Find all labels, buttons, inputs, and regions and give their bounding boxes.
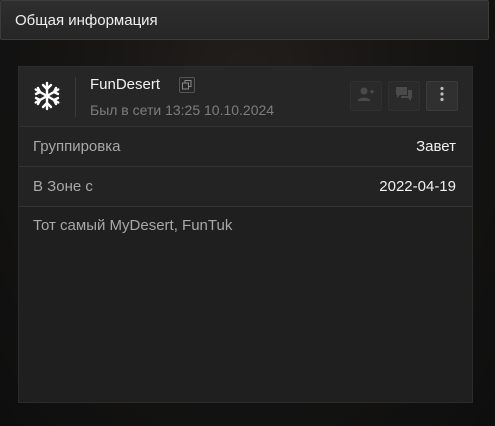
panel-header: Общая информация [0,0,489,40]
profile-description: Тот самый MyDesert, FunTuk [33,217,233,234]
more-vertical-icon [440,86,444,107]
zone-since-row: В Зоне с 2022-04-19 [19,167,472,207]
player-name: FunDesert [90,76,161,93]
panel-title: Общая информация [15,11,158,29]
add-friend-button[interactable] [350,81,382,111]
group-value: Завет [416,138,456,155]
info-panel: Общая информация FunDesert Был в сети 13… [0,0,495,426]
add-friend-icon [357,86,375,107]
zone-since-value: 2022-04-19 [379,178,456,195]
more-options-button[interactable] [426,81,458,111]
group-row: Группировка Завет [19,127,472,167]
snowflake-icon [31,80,63,112]
last-seen-status: Был в сети 13:25 10.10.2024 [90,102,275,118]
copy-icon[interactable] [179,77,195,93]
group-label: Группировка [33,138,121,155]
chat-icon [395,86,413,107]
divider [75,77,76,117]
chat-button[interactable] [388,81,420,111]
profile-header: FunDesert Был в сети 13:25 10.10.2024 [19,67,472,127]
profile-card: FunDesert Был в сети 13:25 10.10.2024 Гр… [18,66,473,403]
zone-since-label: В Зоне с [33,178,93,195]
